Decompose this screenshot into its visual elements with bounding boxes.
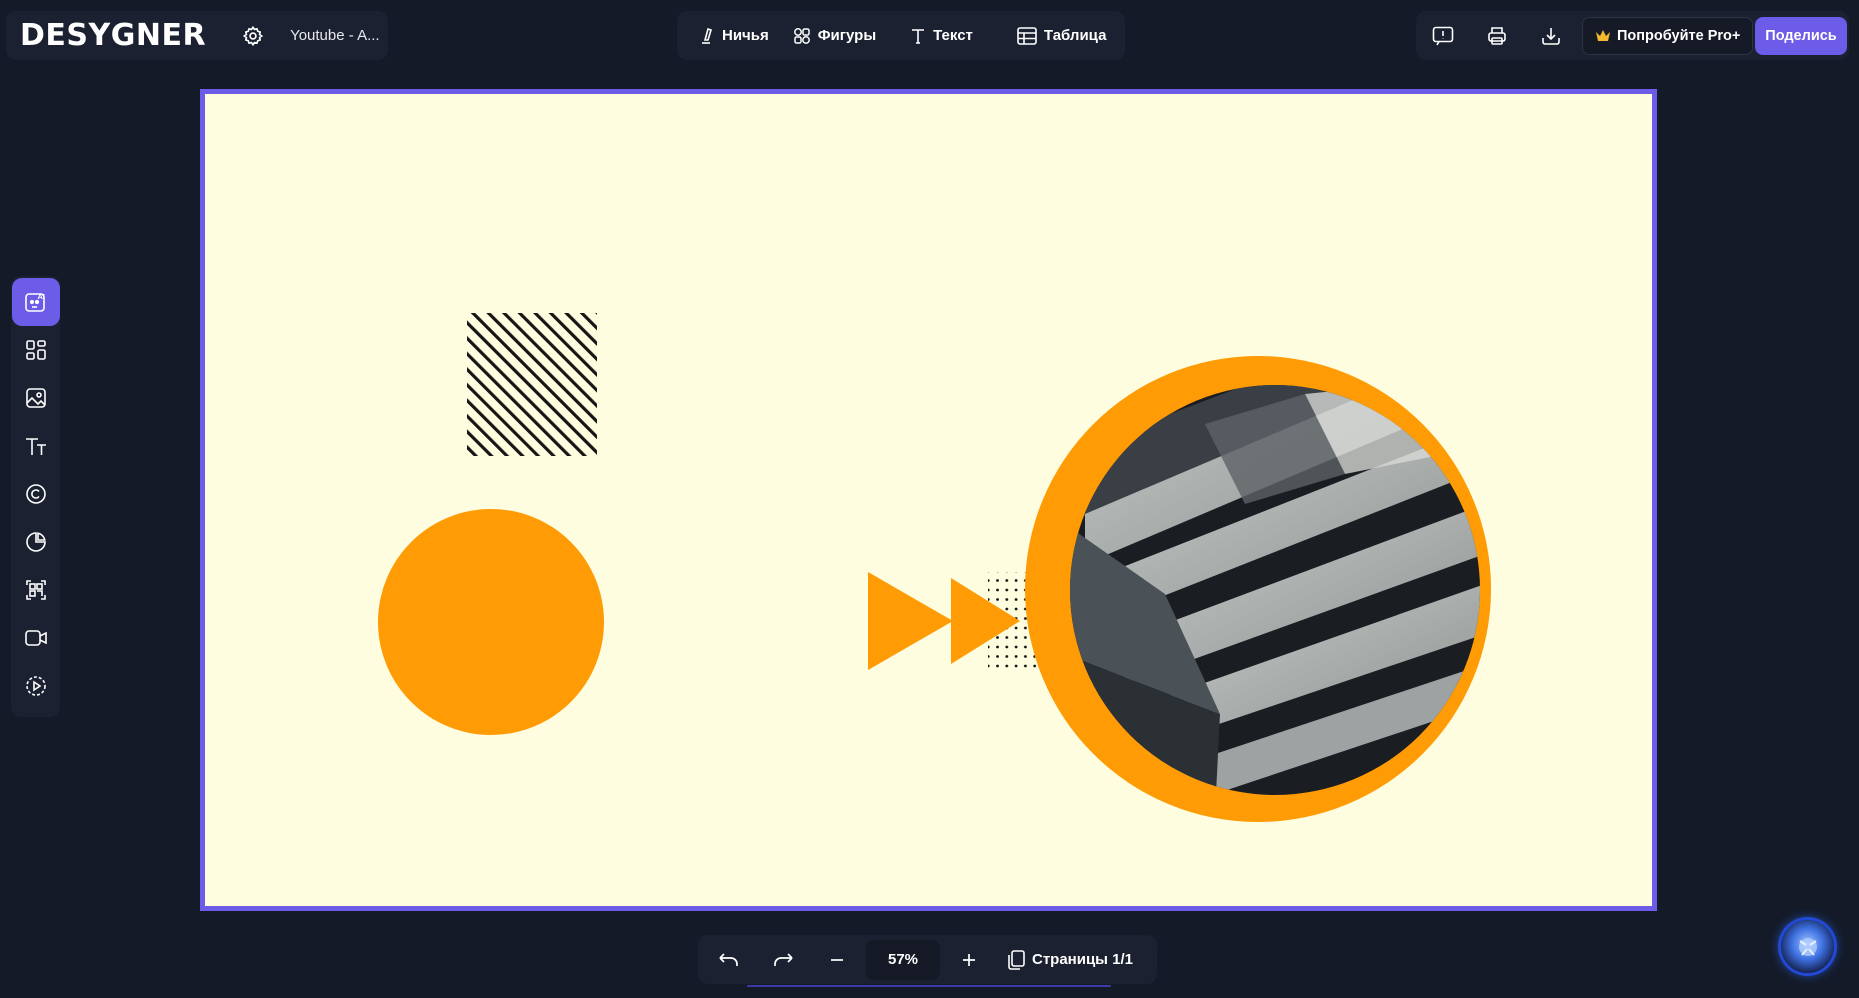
- tool-table[interactable]: Таблица: [1005, 18, 1119, 54]
- print-icon: [1488, 26, 1506, 45]
- play-triangle-left[interactable]: [868, 572, 953, 670]
- ai-icon: AI: [24, 292, 45, 312]
- undo-icon: [719, 952, 738, 966]
- undo-button[interactable]: [702, 940, 756, 980]
- sidebar-item-qr[interactable]: [12, 566, 60, 614]
- settings-button[interactable]: [240, 23, 266, 49]
- sidebar-item-animation[interactable]: [12, 662, 60, 710]
- share-button[interactable]: Поделись: [1755, 17, 1847, 55]
- top-left-panel: DESYGNER Youtube - A...: [6, 11, 388, 60]
- sidebar-item-copyright[interactable]: [12, 470, 60, 518]
- text-icon: [25, 438, 46, 455]
- tool-table-label: Таблица: [1043, 27, 1107, 44]
- feedback-icon: [1432, 26, 1454, 45]
- shapes-icon: [793, 27, 810, 44]
- pages-button[interactable]: Страницы 1/1: [1006, 949, 1133, 971]
- tool-shapes-label: Фигуры: [817, 27, 877, 44]
- download-icon: [1542, 27, 1560, 45]
- sidebar-item-templates[interactable]: [12, 326, 60, 374]
- animation-icon: [25, 676, 46, 696]
- assistant-icon: [1798, 937, 1817, 956]
- plus-icon: [963, 953, 975, 966]
- zoom-in-button[interactable]: [942, 940, 996, 980]
- tool-shapes[interactable]: Фигуры: [781, 18, 888, 54]
- sidebar-item-text[interactable]: [12, 422, 60, 470]
- svg-text:AI: AI: [37, 292, 45, 301]
- redo-button[interactable]: [756, 940, 810, 980]
- chart-icon: [25, 532, 46, 552]
- try-pro-label: Попробуйте Pro+: [1617, 27, 1741, 44]
- design-canvas[interactable]: [200, 89, 1657, 911]
- bottom-bar: 57% Страницы 1/1: [698, 935, 1157, 984]
- print-button[interactable]: [1470, 16, 1524, 56]
- tool-draw[interactable]: Ничья: [687, 18, 781, 54]
- zoom-out-button[interactable]: [810, 940, 864, 980]
- qr-icon: [25, 580, 46, 600]
- download-button[interactable]: [1524, 16, 1578, 56]
- copyright-icon: [25, 484, 46, 504]
- assistant-button[interactable]: [1781, 920, 1834, 973]
- zoom-level[interactable]: 57%: [866, 939, 940, 980]
- redo-icon: [774, 952, 793, 966]
- canvas-artwork: [378, 313, 1491, 822]
- table-icon: [1017, 26, 1037, 45]
- crown-icon: [1596, 30, 1610, 41]
- bottom-bar-indicator: [747, 985, 1111, 987]
- app-logo[interactable]: DESYGNER: [20, 18, 206, 53]
- image-icon: [25, 388, 46, 408]
- sidebar-item-video[interactable]: [12, 614, 60, 662]
- sidebar-item-ai[interactable]: AI: [11, 278, 60, 326]
- tool-text-label: Текст: [933, 27, 973, 44]
- pages-label: Страницы 1/1: [1032, 951, 1134, 968]
- pen-icon: [702, 27, 712, 44]
- sidebar-item-images[interactable]: [12, 374, 60, 422]
- video-icon: [24, 630, 47, 646]
- orange-circle[interactable]: [378, 509, 604, 735]
- feedback-button[interactable]: [1416, 16, 1470, 56]
- sidebar-item-charts[interactable]: [12, 518, 60, 566]
- try-pro-button[interactable]: Попробуйте Pro+: [1582, 16, 1754, 55]
- striped-square[interactable]: [467, 313, 597, 456]
- gear-icon: [242, 25, 264, 46]
- templates-icon: [25, 340, 46, 360]
- left-sidebar: AI: [11, 276, 60, 717]
- tool-draw-label: Ничья: [722, 27, 769, 44]
- top-toolbar: Ничья Фигуры Текст Таблица: [677, 11, 1125, 60]
- document-title[interactable]: Youtube - A...: [290, 27, 380, 44]
- text-icon: [912, 28, 925, 44]
- minus-icon: [831, 958, 843, 961]
- pages-icon: [1008, 949, 1025, 970]
- tool-text[interactable]: Текст: [898, 18, 985, 54]
